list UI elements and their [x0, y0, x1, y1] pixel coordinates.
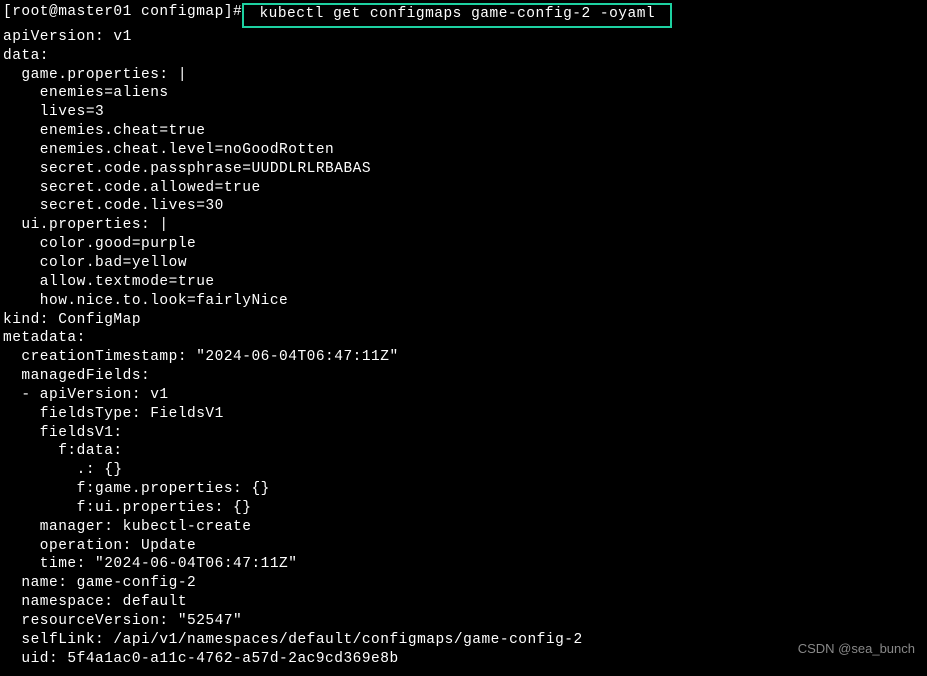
output-line: metadata: — [3, 329, 927, 348]
watermark-text: CSDN @sea_bunch — [798, 641, 915, 658]
output-line: lives=3 — [3, 103, 927, 122]
output-line: name: game-config-2 — [3, 574, 927, 593]
terminal-output: apiVersion: v1data: game.properties: | e… — [3, 28, 927, 669]
command-text: kubectl get configmaps game-config-2 -oy… — [250, 6, 664, 22]
output-line: secret.code.passphrase=UUDDLRLRBABAS — [3, 160, 927, 179]
output-line: apiVersion: v1 — [3, 28, 927, 47]
output-line: managedFields: — [3, 367, 927, 386]
output-line: game.properties: | — [3, 66, 927, 85]
output-line: enemies=aliens — [3, 84, 927, 103]
output-line: fieldsType: FieldsV1 — [3, 405, 927, 424]
output-line: enemies.cheat.level=noGoodRotten — [3, 141, 927, 160]
output-line: secret.code.allowed=true — [3, 179, 927, 198]
output-line: operation: Update — [3, 537, 927, 556]
output-line: allow.textmode=true — [3, 273, 927, 292]
output-line: f:ui.properties: {} — [3, 499, 927, 518]
output-line: ui.properties: | — [3, 216, 927, 235]
output-line: namespace: default — [3, 593, 927, 612]
output-line: color.good=purple — [3, 235, 927, 254]
output-line: f:data: — [3, 442, 927, 461]
output-line: f:game.properties: {} — [3, 480, 927, 499]
command-highlight: kubectl get configmaps game-config-2 -oy… — [242, 3, 672, 28]
output-line: .: {} — [3, 461, 927, 480]
output-line: resourceVersion: "52547" — [3, 612, 927, 631]
output-line: how.nice.to.look=fairlyNice — [3, 292, 927, 311]
output-line: uid: 5f4a1ac0-a11c-4762-a57d-2ac9cd369e8… — [3, 650, 927, 669]
shell-prompt: [root@master01 configmap]# — [3, 4, 242, 20]
command-line[interactable]: [root@master01 configmap]# kubectl get c… — [3, 3, 927, 28]
output-line: secret.code.lives=30 — [3, 197, 927, 216]
output-line: kind: ConfigMap — [3, 311, 927, 330]
output-line: time: "2024-06-04T06:47:11Z" — [3, 555, 927, 574]
output-line: creationTimestamp: "2024-06-04T06:47:11Z… — [3, 348, 927, 367]
output-line: color.bad=yellow — [3, 254, 927, 273]
output-line: - apiVersion: v1 — [3, 386, 927, 405]
output-line: selfLink: /api/v1/namespaces/default/con… — [3, 631, 927, 650]
output-line: data: — [3, 47, 927, 66]
output-line: enemies.cheat=true — [3, 122, 927, 141]
output-line: manager: kubectl-create — [3, 518, 927, 537]
output-line: fieldsV1: — [3, 424, 927, 443]
